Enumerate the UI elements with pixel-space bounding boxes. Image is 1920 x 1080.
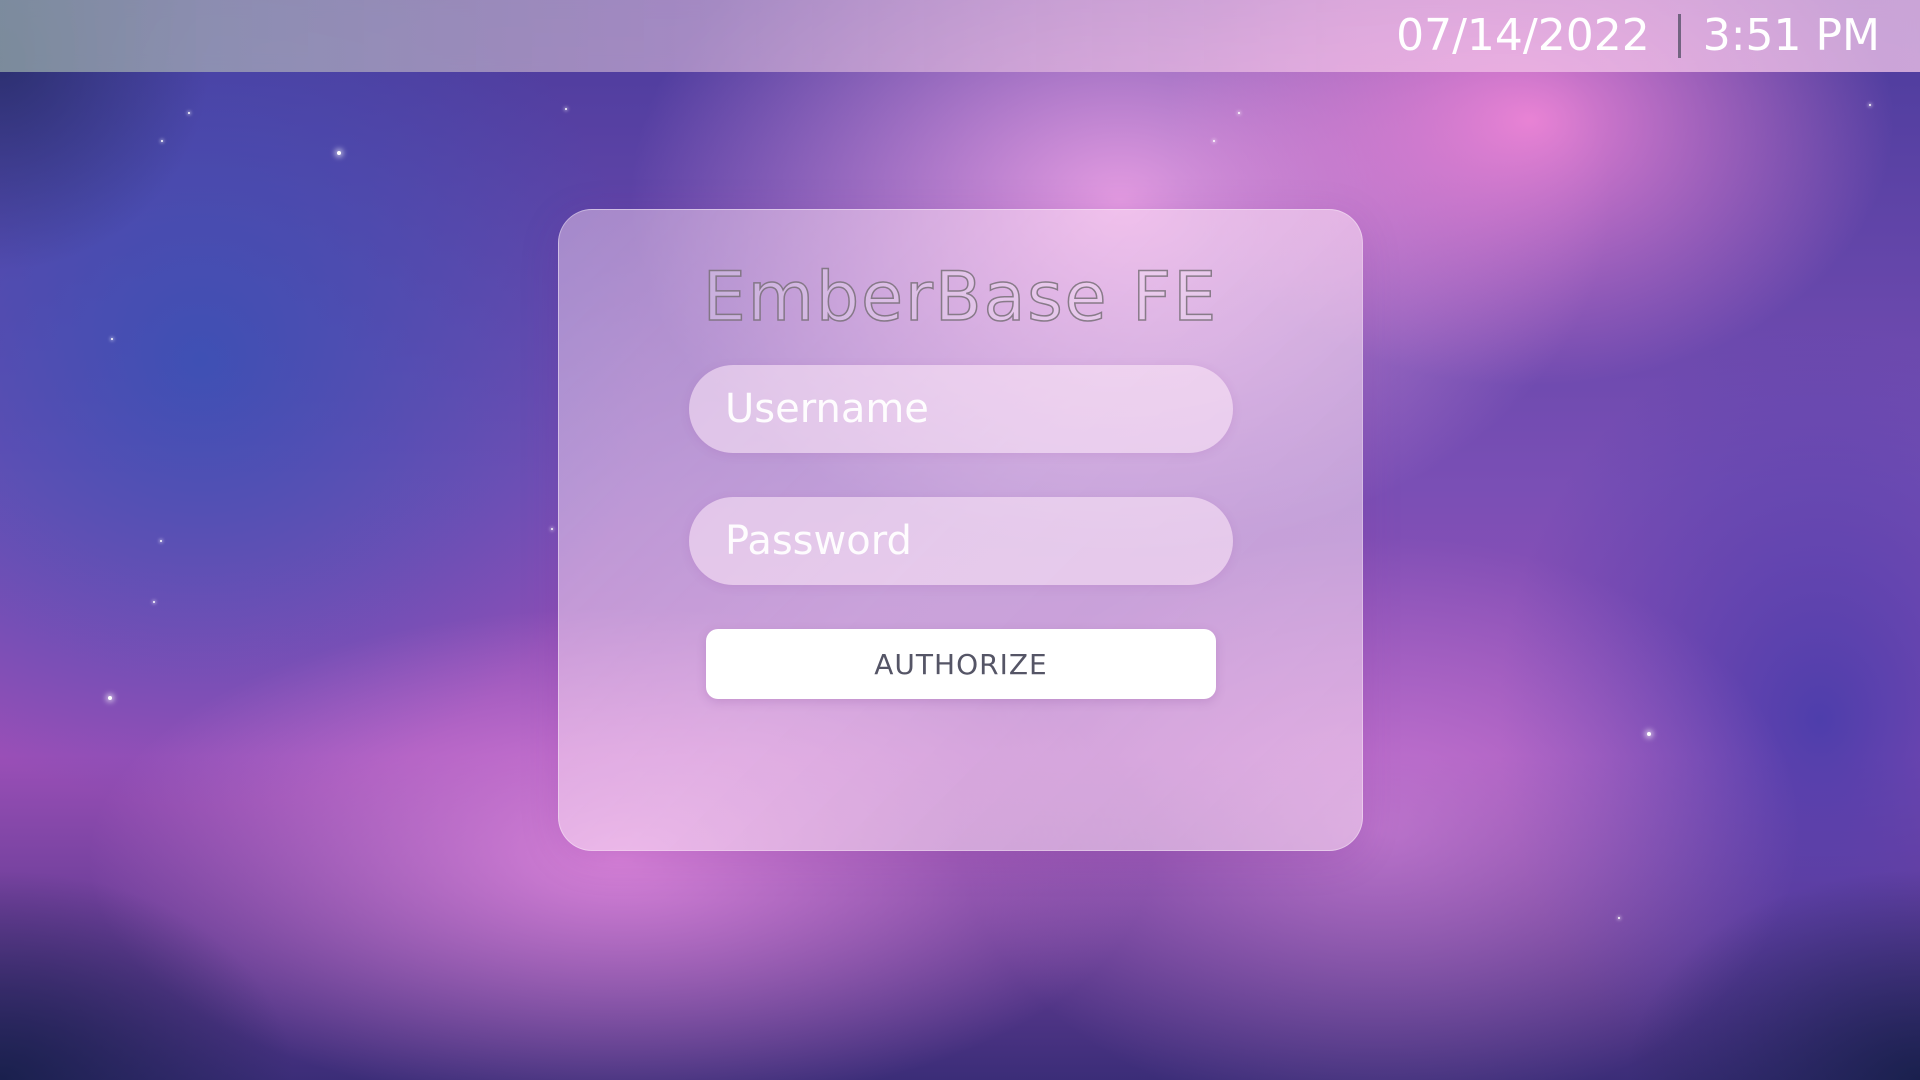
login-screen: 07/14/2022 3:51 PM EmberBase FE AUTHORIZ… — [0, 0, 1920, 1080]
app-title: EmberBase FE — [702, 257, 1219, 338]
clock-divider — [1677, 14, 1681, 58]
star-decoration — [111, 338, 113, 340]
star-decoration — [1238, 112, 1240, 114]
star-decoration — [1647, 732, 1651, 736]
star-decoration — [1213, 140, 1215, 142]
login-card: EmberBase FE AUTHORIZE — [558, 209, 1363, 851]
star-decoration — [153, 601, 155, 603]
star-decoration — [161, 140, 163, 142]
star-decoration — [565, 108, 567, 110]
star-decoration — [188, 112, 190, 114]
star-decoration — [1869, 104, 1871, 106]
star-decoration — [108, 696, 112, 700]
clock: 07/14/2022 3:51 PM — [1396, 8, 1880, 64]
date-text: 07/14/2022 — [1396, 10, 1650, 61]
star-decoration — [1618, 917, 1620, 919]
star-decoration — [160, 540, 162, 542]
star-decoration — [551, 528, 553, 530]
username-input[interactable] — [689, 365, 1233, 453]
authorize-button[interactable]: AUTHORIZE — [706, 629, 1216, 699]
star-decoration — [337, 151, 341, 155]
password-input[interactable] — [689, 497, 1233, 585]
top-status-bar: 07/14/2022 3:51 PM — [0, 0, 1920, 72]
time-text: 3:51 PM — [1702, 10, 1880, 61]
